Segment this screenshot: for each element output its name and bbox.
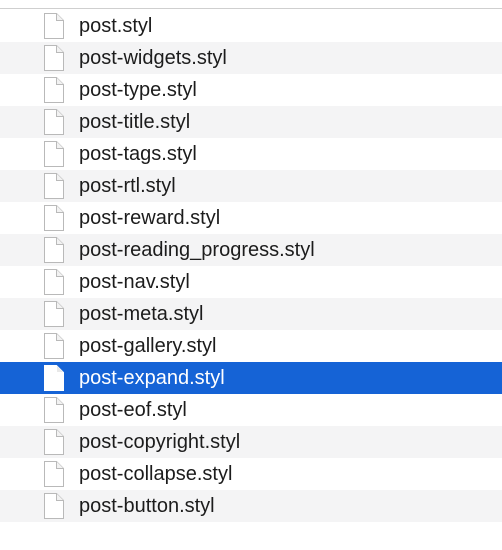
file-name: post-gallery.styl xyxy=(79,335,217,357)
file-name: post-collapse.styl xyxy=(79,463,233,485)
file-row[interactable]: post.styl xyxy=(0,10,502,42)
file-name: post-rtl.styl xyxy=(79,175,176,197)
file-row[interactable]: post-reward.styl xyxy=(0,202,502,234)
file-row[interactable]: post-collapse.styl xyxy=(0,458,502,490)
file-name: post.styl xyxy=(79,15,153,37)
file-row[interactable]: post-gallery.styl xyxy=(0,330,502,362)
file-list: post.styl post-widgets.styl post-type.styl… xyxy=(0,10,502,522)
file-row[interactable]: post-button.styl xyxy=(0,490,502,522)
file-row[interactable]: post-tags.styl xyxy=(0,138,502,170)
document-icon xyxy=(43,45,64,71)
file-row[interactable]: post-type.styl xyxy=(0,74,502,106)
document-icon xyxy=(43,269,64,295)
file-name: post-tags.styl xyxy=(79,143,197,165)
file-name: post-button.styl xyxy=(79,495,215,517)
file-name: post-eof.styl xyxy=(79,399,187,421)
file-name: post-meta.styl xyxy=(79,303,204,325)
file-row[interactable]: post-rtl.styl xyxy=(0,170,502,202)
file-row[interactable]: post-nav.styl xyxy=(0,266,502,298)
document-icon xyxy=(43,365,64,391)
file-name: post-expand.styl xyxy=(79,367,225,389)
file-name: post-title.styl xyxy=(79,111,191,133)
file-row[interactable]: post-title.styl xyxy=(0,106,502,138)
document-icon xyxy=(43,333,64,359)
document-icon xyxy=(43,109,64,135)
document-icon xyxy=(43,13,64,39)
document-icon xyxy=(43,397,64,423)
file-name: post-reward.styl xyxy=(79,207,221,229)
file-row[interactable]: post-copyright.styl xyxy=(0,426,502,458)
file-name: post-reading_progress.styl xyxy=(79,239,315,261)
file-row[interactable]: post-expand.styl xyxy=(0,362,502,394)
document-icon xyxy=(43,493,64,519)
list-top-divider xyxy=(0,8,502,9)
file-name: post-nav.styl xyxy=(79,271,190,293)
file-name: post-widgets.styl xyxy=(79,47,227,69)
document-icon xyxy=(43,429,64,455)
file-name: post-copyright.styl xyxy=(79,431,241,453)
document-icon xyxy=(43,237,64,263)
document-icon xyxy=(43,77,64,103)
file-row[interactable]: post-widgets.styl xyxy=(0,42,502,74)
file-name: post-type.styl xyxy=(79,79,197,101)
document-icon xyxy=(43,461,64,487)
document-icon xyxy=(43,301,64,327)
document-icon xyxy=(43,205,64,231)
document-icon xyxy=(43,173,64,199)
file-row[interactable]: post-reading_progress.styl xyxy=(0,234,502,266)
file-row[interactable]: post-eof.styl xyxy=(0,394,502,426)
file-row[interactable]: post-meta.styl xyxy=(0,298,502,330)
document-icon xyxy=(43,141,64,167)
